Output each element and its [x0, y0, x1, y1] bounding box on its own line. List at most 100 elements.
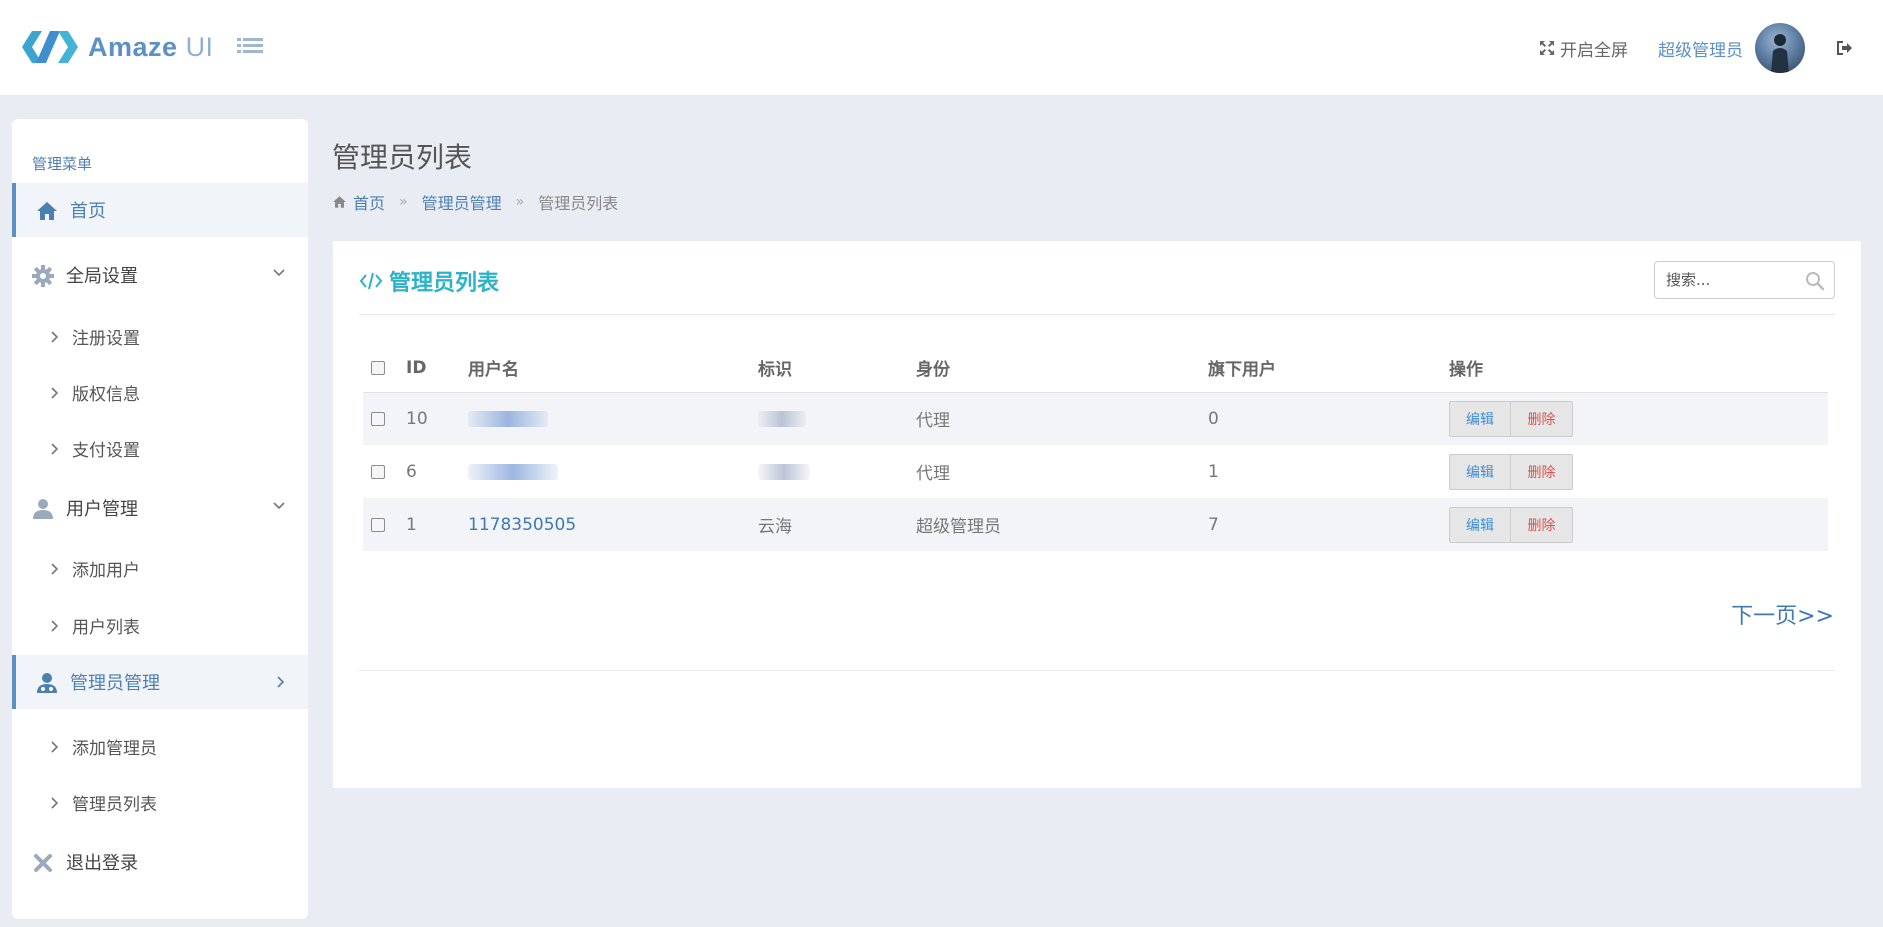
fullscreen-button[interactable]: 开启全屏 — [1539, 36, 1628, 61]
chevron-right-icon — [277, 676, 285, 688]
delete-button[interactable]: 删除 — [1511, 453, 1573, 490]
chevron-down-icon — [273, 269, 285, 277]
table-row: 1 1178350505 云海 超级管理员 7 编辑 删除 — [363, 498, 1828, 551]
column-header-actions: 操作 — [1449, 344, 1828, 393]
page-title: 管理员列表 — [332, 141, 473, 174]
user-avatar[interactable] — [1755, 23, 1805, 73]
search-icon[interactable] — [1805, 271, 1825, 291]
delete-button[interactable]: 删除 — [1511, 506, 1573, 543]
menu-toggle-button[interactable] — [237, 36, 263, 58]
table-row: 6 代理 1 编辑 删除 — [363, 445, 1828, 498]
cell-id: 10 — [406, 392, 468, 445]
sidebar-item-global-settings[interactable]: 全局设置 — [12, 248, 308, 302]
sidebar-subitem-label: 版权信息 — [72, 384, 140, 405]
column-header-role[interactable]: 身份 — [916, 344, 1208, 393]
sidebar-item-label: 退出登录 — [66, 853, 138, 874]
cell-id: 6 — [406, 461, 417, 482]
cell-tag-redacted — [758, 410, 806, 427]
admin-table: ID 用户名 标识 身份 旗下用户 操作 10 代理 0 编辑 删除 6 代理 … — [363, 344, 1828, 551]
next-page-link[interactable]: 下一页>> — [1731, 598, 1834, 630]
close-icon — [34, 854, 52, 872]
chevron-right-icon — [51, 797, 59, 809]
list-icon — [237, 38, 263, 53]
sidebar-item-user-management[interactable]: 用户管理 — [12, 481, 308, 535]
column-header-id[interactable]: ID — [406, 344, 468, 393]
admin-icon — [37, 673, 57, 693]
panel-divider — [359, 670, 1835, 671]
brand-name: Amaze UI — [88, 31, 214, 62]
column-header-username[interactable]: 用户名 — [468, 344, 758, 393]
row-checkbox[interactable] — [371, 411, 385, 426]
fullscreen-label: 开启全屏 — [1560, 40, 1628, 61]
cell-tag-redacted — [758, 463, 810, 480]
table-row: 10 代理 0 编辑 删除 — [363, 392, 1828, 445]
select-all-checkbox[interactable] — [371, 360, 385, 375]
brand-logo[interactable]: Amaze UI — [22, 28, 214, 66]
row-checkbox[interactable] — [371, 517, 385, 532]
top-header: Amaze UI 开启全屏 超级管理员 — [0, 0, 1883, 95]
edit-button[interactable]: 编辑 — [1449, 453, 1511, 490]
sidebar-subitem-label: 添加管理员 — [72, 738, 157, 759]
panel-divider — [359, 314, 1835, 315]
sidebar-item-admin-management[interactable]: 管理员管理 — [12, 655, 308, 709]
delete-button[interactable]: 删除 — [1511, 400, 1573, 437]
sidebar-subitem-label: 注册设置 — [72, 328, 140, 349]
sidebar: 管理菜单 首页 全局设置 注册设置 版权信息 支付设置 用户管理 添加用户 用户… — [12, 119, 308, 919]
sidebar-subitem-label: 用户列表 — [72, 617, 140, 638]
header-actions: 开启全屏 超级管理员 — [1539, 22, 1853, 74]
cell-role: 超级管理员 — [916, 498, 1208, 551]
breadcrumb: 首页 » 管理员管理 » 管理员列表 — [332, 190, 618, 214]
edit-button[interactable]: 编辑 — [1449, 506, 1511, 543]
avatar-person-icon — [1771, 34, 1789, 73]
cell-subusers: 1 — [1208, 461, 1219, 482]
sidebar-item-label: 用户管理 — [66, 499, 138, 520]
row-actions: 编辑 删除 — [1449, 453, 1573, 490]
row-checkbox[interactable] — [371, 464, 385, 479]
sidebar-subitem-add-admin[interactable]: 添加管理员 — [12, 722, 308, 770]
sidebar-subitem-admin-list[interactable]: 管理员列表 — [12, 778, 308, 826]
panel-title: 管理员列表 — [359, 265, 499, 297]
expand-icon — [1540, 41, 1554, 55]
sidebar-subitem-copyright[interactable]: 版权信息 — [12, 368, 308, 416]
sidebar-item-home[interactable]: 首页 — [12, 183, 308, 237]
breadcrumb-admin-management[interactable]: 管理员管理 — [422, 190, 502, 214]
current-user-name[interactable]: 超级管理员 — [1658, 36, 1743, 61]
column-header-tag[interactable]: 标识 — [758, 344, 916, 393]
logout-button[interactable] — [1835, 40, 1853, 56]
sidebar-subitem-payment-settings[interactable]: 支付设置 — [12, 424, 308, 472]
column-header-subusers[interactable]: 旗下用户 — [1208, 344, 1449, 393]
cell-username[interactable]: 1178350505 — [468, 515, 576, 535]
sidebar-subitem-register-settings[interactable]: 注册设置 — [12, 312, 308, 360]
cell-username-redacted[interactable] — [468, 410, 548, 427]
user-icon — [33, 499, 53, 519]
search-input[interactable] — [1666, 271, 1796, 289]
admin-list-panel: 管理员列表 ID 用户名 标识 身份 旗下用户 操作 — [333, 241, 1861, 788]
panel-title-text: 管理员列表 — [389, 271, 500, 296]
cell-subusers: 7 — [1208, 498, 1449, 551]
sidebar-item-logout[interactable]: 退出登录 — [12, 835, 308, 889]
breadcrumb-separator: » — [399, 194, 408, 210]
breadcrumb-current: 管理员列表 — [538, 194, 619, 213]
chevron-right-icon — [51, 741, 59, 753]
amaze-logo-icon — [22, 31, 78, 63]
sign-out-icon — [1837, 41, 1852, 55]
chevron-right-icon — [51, 331, 59, 343]
row-actions: 编辑 删除 — [1449, 506, 1573, 543]
breadcrumb-home[interactable]: 首页 — [353, 190, 385, 214]
sidebar-subitem-add-user[interactable]: 添加用户 — [12, 544, 308, 592]
sidebar-subitem-label: 添加用户 — [72, 560, 140, 581]
breadcrumb-separator: » — [515, 194, 525, 210]
edit-button[interactable]: 编辑 — [1449, 400, 1511, 437]
search-box — [1654, 261, 1835, 299]
cell-username-redacted[interactable] — [468, 463, 558, 480]
sidebar-subitem-label: 管理员列表 — [72, 794, 157, 815]
chevron-right-icon — [51, 620, 59, 632]
sidebar-title: 管理菜单 — [32, 155, 93, 173]
cell-role: 代理 — [916, 464, 950, 484]
sidebar-item-label: 管理员管理 — [70, 673, 160, 694]
cell-tag: 云海 — [758, 498, 916, 551]
sidebar-subitem-user-list[interactable]: 用户列表 — [12, 601, 308, 649]
sidebar-subitem-label: 支付设置 — [72, 440, 140, 461]
cell-id: 1 — [406, 498, 468, 551]
sidebar-item-label: 首页 — [70, 201, 106, 222]
